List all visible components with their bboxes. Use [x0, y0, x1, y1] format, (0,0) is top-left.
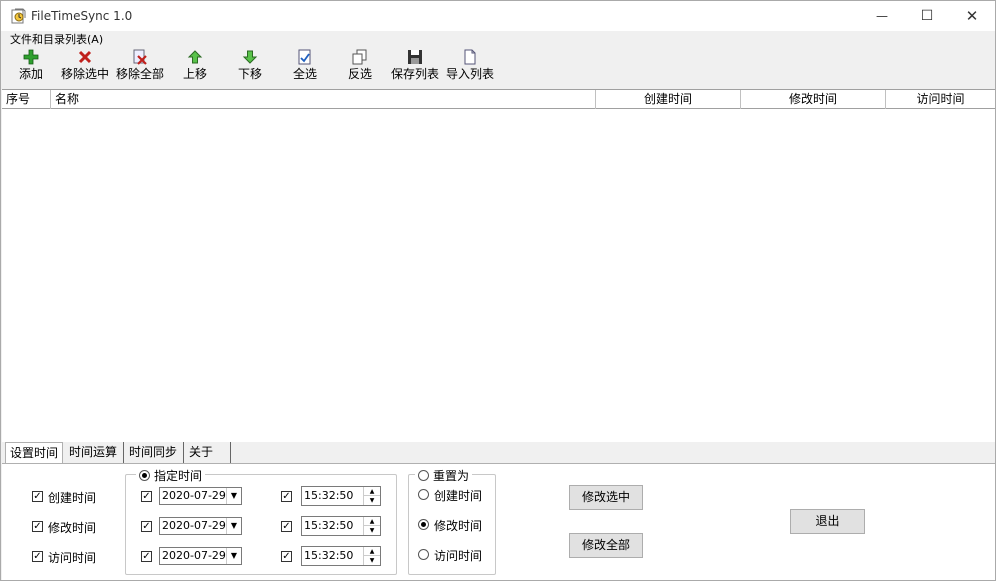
reset-modified-radio[interactable]	[418, 519, 429, 530]
reset-modified-label: 修改时间	[434, 519, 483, 533]
date-1-value: 2020-07-29	[162, 489, 226, 502]
spinner[interactable]: ▲ ▼	[363, 487, 380, 505]
dropdown-icon[interactable]: ▼	[226, 548, 241, 564]
tab-time-sync[interactable]: 时间同步	[125, 442, 184, 463]
spinner[interactable]: ▲ ▼	[363, 517, 380, 535]
move-up-button[interactable]: 上移	[169, 46, 221, 86]
specify-time-legend: 指定时间	[136, 467, 206, 484]
dropdown-icon[interactable]: ▼	[226, 518, 241, 534]
toolbar: 添加 移除选中 移除全部 上移 下移 全选 反选 保存列表 导入列表	[5, 46, 991, 88]
time-field-3[interactable]: 15:32:50 ▲ ▼	[301, 546, 381, 566]
menu-file-list[interactable]: 文件和目录列表(A)	[10, 31, 103, 47]
set-time-panel: ✓ 创建时间 ✓ 修改时间 ✓ 访问时间 指定时间 ✓ 2020-07-29 ▼ …	[2, 463, 995, 580]
time-field-2[interactable]: 15:32:50 ▲ ▼	[301, 516, 381, 536]
modified-checkbox-label: 修改时间	[48, 521, 97, 535]
window-title: FileTimeSync 1.0	[31, 9, 133, 23]
created-checkbox[interactable]: ✓	[32, 491, 43, 502]
exit-button[interactable]: 退出	[790, 509, 865, 534]
spin-up-icon[interactable]: ▲	[364, 487, 380, 496]
file-list[interactable]: 序号 名称 创建时间 修改时间 访问时间	[2, 89, 995, 442]
move-down-button[interactable]: 下移	[224, 46, 276, 86]
spinner[interactable]: ▲ ▼	[363, 547, 380, 565]
spin-down-icon[interactable]: ▼	[364, 556, 380, 565]
date-1-checkbox[interactable]: ✓	[141, 491, 152, 502]
minimize-icon: —	[876, 9, 888, 23]
time-2-value: 15:32:50	[304, 519, 354, 532]
created-checkbox-label: 创建时间	[48, 491, 97, 505]
reset-legend: 重置为	[415, 467, 473, 484]
tab-about[interactable]: 关于	[185, 442, 231, 463]
select-all-button[interactable]: 全选	[279, 46, 331, 86]
column-created[interactable]: 创建时间	[596, 90, 741, 109]
main-window: FileTimeSync 1.0 — ☐ ✕ 文件和目录列表(A) 添加 移除选…	[0, 0, 996, 581]
reset-accessed-label: 访问时间	[434, 549, 483, 563]
reset-label: 重置为	[433, 469, 470, 483]
add-button[interactable]: 添加	[5, 46, 57, 86]
reset-accessed-radio[interactable]	[418, 549, 429, 560]
accessed-checkbox-label: 访问时间	[48, 551, 97, 565]
import-list-button[interactable]: 导入列表	[444, 46, 496, 86]
close-icon: ✕	[965, 7, 979, 25]
spin-down-icon[interactable]: ▼	[364, 526, 380, 535]
reset-radio[interactable]	[418, 470, 429, 481]
invert-icon	[352, 49, 367, 65]
maximize-button[interactable]: ☐	[904, 1, 950, 31]
arrow-down-icon	[242, 50, 258, 64]
close-button[interactable]: ✕	[949, 1, 995, 31]
remove-selected-button[interactable]: 移除选中	[59, 46, 111, 86]
spin-up-icon[interactable]: ▲	[364, 517, 380, 526]
date-3-value: 2020-07-29	[162, 549, 226, 562]
date-2-value: 2020-07-29	[162, 519, 226, 532]
reset-created-radio[interactable]	[418, 489, 429, 500]
time-1-value: 15:32:50	[304, 489, 354, 502]
date-field-3[interactable]: 2020-07-29 ▼	[159, 547, 242, 565]
app-icon	[11, 8, 26, 24]
date-field-2[interactable]: 2020-07-29 ▼	[159, 517, 242, 535]
column-index[interactable]: 序号	[2, 90, 51, 109]
tab-set-time[interactable]: 设置时间	[5, 442, 63, 464]
modify-all-button[interactable]: 修改全部	[569, 533, 643, 558]
import-icon	[464, 49, 476, 65]
accessed-checkbox[interactable]: ✓	[32, 551, 43, 562]
column-name[interactable]: 名称	[51, 90, 596, 109]
save-icon	[408, 50, 422, 64]
time-3-value: 15:32:50	[304, 549, 354, 562]
title-bar: FileTimeSync 1.0 — ☐ ✕	[1, 1, 995, 31]
modified-checkbox[interactable]: ✓	[32, 521, 43, 532]
import-list-label: 导入列表	[445, 67, 494, 81]
specify-time-radio[interactable]	[139, 470, 150, 481]
maximize-icon: ☐	[920, 8, 934, 24]
spin-up-icon[interactable]: ▲	[364, 547, 380, 556]
time-2-checkbox[interactable]: ✓	[281, 521, 292, 532]
time-3-checkbox[interactable]: ✓	[281, 551, 292, 562]
x-icon	[78, 50, 92, 64]
column-modified[interactable]: 修改时间	[741, 90, 886, 109]
time-field-1[interactable]: 15:32:50 ▲ ▼	[301, 486, 381, 506]
time-1-checkbox[interactable]: ✓	[281, 491, 292, 502]
dropdown-icon[interactable]: ▼	[226, 488, 241, 504]
specify-time-label: 指定时间	[154, 469, 203, 483]
date-2-checkbox[interactable]: ✓	[141, 521, 152, 532]
date-field-1[interactable]: 2020-07-29 ▼	[159, 487, 242, 505]
invert-button[interactable]: 反选	[334, 46, 386, 86]
arrow-up-icon	[187, 50, 203, 64]
minimize-button[interactable]: —	[859, 1, 905, 31]
remove-all-button[interactable]: 移除全部	[114, 46, 166, 86]
column-accessed[interactable]: 访问时间	[886, 90, 995, 109]
save-list-button[interactable]: 保存列表	[389, 46, 441, 86]
remove-all-icon	[133, 49, 147, 65]
select-all-icon	[298, 49, 311, 65]
list-header: 序号 名称 创建时间 修改时间 访问时间	[2, 90, 995, 109]
modify-selected-button[interactable]: 修改选中	[569, 485, 643, 510]
reset-created-label: 创建时间	[434, 489, 483, 503]
spin-down-icon[interactable]: ▼	[364, 496, 380, 505]
tab-time-calc[interactable]: 时间运算	[65, 442, 124, 463]
date-3-checkbox[interactable]: ✓	[141, 551, 152, 562]
plus-icon	[23, 49, 39, 65]
